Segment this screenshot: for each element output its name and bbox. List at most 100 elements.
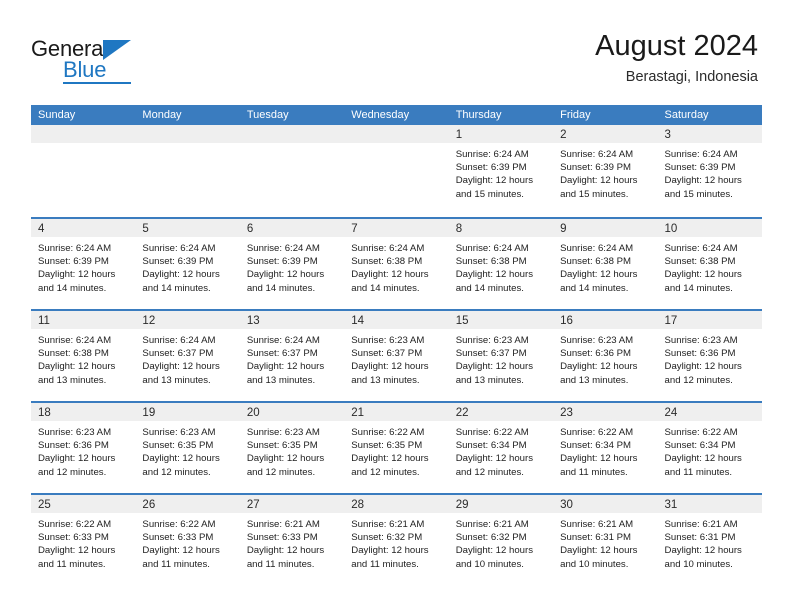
day-number-band: 4 [31, 219, 136, 237]
daylight-text-line1: Daylight: 12 hours [351, 269, 429, 281]
day-cell[interactable]: 6 Sunrise: 6:24 AM Sunset: 6:39 PM Daylight… [239, 219, 345, 309]
day-cell[interactable]: 20 Sunrise: 6:23 AM Sunset: 6:35 PM Dayligh… [239, 403, 345, 493]
daylight-text-line1: Daylight: 12 hours [560, 545, 638, 557]
daylight-text-line1: Daylight: 12 hours [246, 361, 325, 373]
day-cell[interactable]: 16 Sunrise: 6:23 AM Sunset: 6:36 PM Dayligh… [553, 311, 658, 401]
daylight-text-line1: Daylight: 12 hours [246, 269, 325, 281]
sunrise-text: Sunrise: 6:23 AM [142, 427, 216, 438]
sunrise-text: Sunrise: 6:23 AM [455, 335, 529, 346]
day-details: Sunrise: 6:22 AM Sunset: 6:34 PM Daylight:… [658, 421, 762, 479]
day-details: Sunrise: 6:24 AM Sunset: 6:39 PM Daylight:… [31, 237, 135, 295]
day-cell[interactable]: 2 Sunrise: 6:24 AM Sunset: 6:39 PM Daylight… [553, 125, 658, 217]
sunrise-text: Sunrise: 6:23 AM [246, 427, 320, 438]
day-number-band: 11 [31, 311, 136, 329]
sunrise-text: Sunrise: 6:22 AM [560, 427, 634, 438]
day-number-band: 1 [448, 125, 554, 143]
day-cell[interactable]: 21 Sunrise: 6:22 AM Sunset: 6:35 PM Dayligh… [344, 403, 449, 493]
calendar-week-row: 11 Sunrise: 6:24 AM Sunset: 6:38 PM Dayligh… [31, 309, 762, 401]
weekday-header-friday: Friday [560, 109, 591, 121]
day-cell[interactable]: 13 Sunrise: 6:24 AM Sunset: 6:37 PM Dayligh… [239, 311, 345, 401]
daylight-text-line2: and 12 minutes. [142, 466, 211, 478]
day-cell[interactable]: 27 Sunrise: 6:21 AM Sunset: 6:33 PM Dayligh… [239, 495, 345, 585]
sunset-text: Sunset: 6:32 PM [351, 532, 423, 544]
daylight-text-line2: and 14 minutes. [142, 282, 211, 294]
day-number-band: 22 [448, 403, 554, 421]
daylight-text-line2: and 14 minutes. [560, 282, 629, 294]
sunrise-text: Sunrise: 6:23 AM [351, 335, 425, 346]
day-cell[interactable]: 1 Sunrise: 6:24 AM Sunset: 6:39 PM Daylight… [448, 125, 554, 217]
sunrise-text: Sunrise: 6:24 AM [455, 243, 529, 254]
day-number-band: 5 [135, 219, 240, 237]
sunrise-text: Sunrise: 6:22 AM [455, 427, 529, 438]
day-cell[interactable]: 4 Sunrise: 6:24 AM Sunset: 6:39 PM Daylight… [31, 219, 136, 309]
general-blue-logo: General Blue [31, 37, 161, 84]
sunset-text: Sunset: 6:37 PM [142, 348, 214, 360]
day-details: Sunrise: 6:23 AM Sunset: 6:35 PM Daylight:… [240, 421, 344, 479]
day-number: 19 [142, 407, 156, 419]
day-cell[interactable]: 19 Sunrise: 6:23 AM Sunset: 6:35 PM Dayligh… [135, 403, 240, 493]
calendar-page: General Blue August 2024 Berastagi, Indo… [0, 0, 792, 612]
daylight-text-line2: and 15 minutes. [455, 188, 524, 200]
day-details: Sunrise: 6:21 AM Sunset: 6:31 PM Daylight:… [553, 513, 657, 571]
day-cell[interactable]: 9 Sunrise: 6:24 AM Sunset: 6:38 PM Daylight… [553, 219, 658, 309]
day-number-band [239, 125, 345, 143]
day-cell[interactable]: 25 Sunrise: 6:22 AM Sunset: 6:33 PM Dayligh… [31, 495, 136, 585]
day-number: 15 [455, 315, 469, 327]
page-subtitle-location: Berastagi, Indonesia [625, 69, 758, 85]
day-number: 7 [351, 223, 358, 235]
day-number: 9 [560, 223, 567, 235]
sunset-text: Sunset: 6:34 PM [455, 440, 527, 452]
day-cell[interactable]: 24 Sunrise: 6:22 AM Sunset: 6:34 PM Dayligh… [657, 403, 762, 493]
daylight-text-line1: Daylight: 12 hours [38, 453, 116, 465]
day-cell[interactable]: 31 Sunrise: 6:21 AM Sunset: 6:31 PM Dayligh… [657, 495, 762, 585]
day-cell[interactable]: 5 Sunrise: 6:24 AM Sunset: 6:39 PM Daylight… [135, 219, 240, 309]
day-details: Sunrise: 6:24 AM Sunset: 6:39 PM Daylight:… [658, 143, 762, 201]
day-details: Sunrise: 6:23 AM Sunset: 6:36 PM Daylight:… [553, 329, 657, 387]
sunrise-text: Sunrise: 6:22 AM [142, 519, 216, 530]
day-cell[interactable]: 23 Sunrise: 6:22 AM Sunset: 6:34 PM Dayligh… [553, 403, 658, 493]
day-cell[interactable]: 10 Sunrise: 6:24 AM Sunset: 6:38 PM Dayligh… [657, 219, 762, 309]
day-number: 6 [246, 223, 254, 235]
day-details: Sunrise: 6:23 AM Sunset: 6:36 PM Daylight:… [658, 329, 762, 387]
day-cell[interactable]: 7 Sunrise: 6:24 AM Sunset: 6:38 PM Daylight… [344, 219, 449, 309]
day-number-band [135, 125, 240, 143]
day-cell[interactable]: 29 Sunrise: 6:21 AM Sunset: 6:32 PM Dayligh… [448, 495, 554, 585]
day-cell[interactable]: 26 Sunrise: 6:22 AM Sunset: 6:33 PM Dayligh… [135, 495, 240, 585]
sunrise-text: Sunrise: 6:24 AM [351, 243, 425, 254]
day-cell[interactable]: 3 Sunrise: 6:24 AM Sunset: 6:39 PM Daylight… [657, 125, 762, 217]
day-number: 31 [664, 499, 678, 511]
daylight-text-line2: and 12 minutes. [246, 466, 316, 478]
day-cell[interactable]: 8 Sunrise: 6:24 AM Sunset: 6:38 PM Daylight… [448, 219, 554, 309]
sunrise-text: Sunrise: 6:21 AM [664, 519, 738, 530]
logo-underline [63, 82, 131, 84]
daylight-text-line2: and 11 minutes. [246, 558, 315, 570]
daylight-text-line2: and 10 minutes. [455, 558, 524, 570]
day-cell[interactable]: 17 Sunrise: 6:23 AM Sunset: 6:36 PM Dayligh… [657, 311, 762, 401]
day-number: 30 [560, 499, 573, 511]
day-number-band: 9 [553, 219, 658, 237]
day-cell[interactable]: 14 Sunrise: 6:23 AM Sunset: 6:37 PM Dayligh… [344, 311, 449, 401]
daylight-text-line1: Daylight: 12 hours [560, 361, 638, 373]
daylight-text-line1: Daylight: 12 hours [560, 175, 638, 187]
daylight-text-line1: Daylight: 12 hours [664, 545, 742, 557]
day-cell[interactable]: 28 Sunrise: 6:21 AM Sunset: 6:32 PM Dayligh… [344, 495, 449, 585]
daylight-text-line1: Daylight: 12 hours [351, 361, 429, 373]
sunrise-text: Sunrise: 6:23 AM [560, 335, 634, 346]
day-details: Sunrise: 6:24 AM Sunset: 6:38 PM Daylight:… [449, 237, 553, 295]
sunrise-text: Sunrise: 6:24 AM [38, 243, 112, 254]
daylight-text-line2: and 11 minutes. [560, 466, 628, 478]
day-cell[interactable]: 22 Sunrise: 6:22 AM Sunset: 6:34 PM Dayligh… [448, 403, 554, 493]
day-details: Sunrise: 6:24 AM Sunset: 6:39 PM Daylight:… [135, 237, 239, 295]
day-details: Sunrise: 6:24 AM Sunset: 6:37 PM Daylight:… [240, 329, 344, 387]
day-cell[interactable]: 18 Sunrise: 6:23 AM Sunset: 6:36 PM Dayligh… [31, 403, 136, 493]
daylight-text-line2: and 15 minutes. [560, 188, 629, 200]
day-cell[interactable]: 15 Sunrise: 6:23 AM Sunset: 6:37 PM Dayligh… [448, 311, 554, 401]
sunset-text: Sunset: 6:35 PM [246, 440, 318, 452]
triangle-icon [103, 40, 131, 60]
day-cell[interactable]: 30 Sunrise: 6:21 AM Sunset: 6:31 PM Dayligh… [553, 495, 658, 585]
sunset-text: Sunset: 6:38 PM [664, 256, 736, 268]
day-cell[interactable]: 11 Sunrise: 6:24 AM Sunset: 6:38 PM Dayligh… [31, 311, 136, 401]
day-cell[interactable]: 12 Sunrise: 6:24 AM Sunset: 6:37 PM Dayligh… [135, 311, 240, 401]
sunset-text: Sunset: 6:31 PM [664, 532, 736, 544]
sunrise-text: Sunrise: 6:21 AM [560, 519, 634, 530]
